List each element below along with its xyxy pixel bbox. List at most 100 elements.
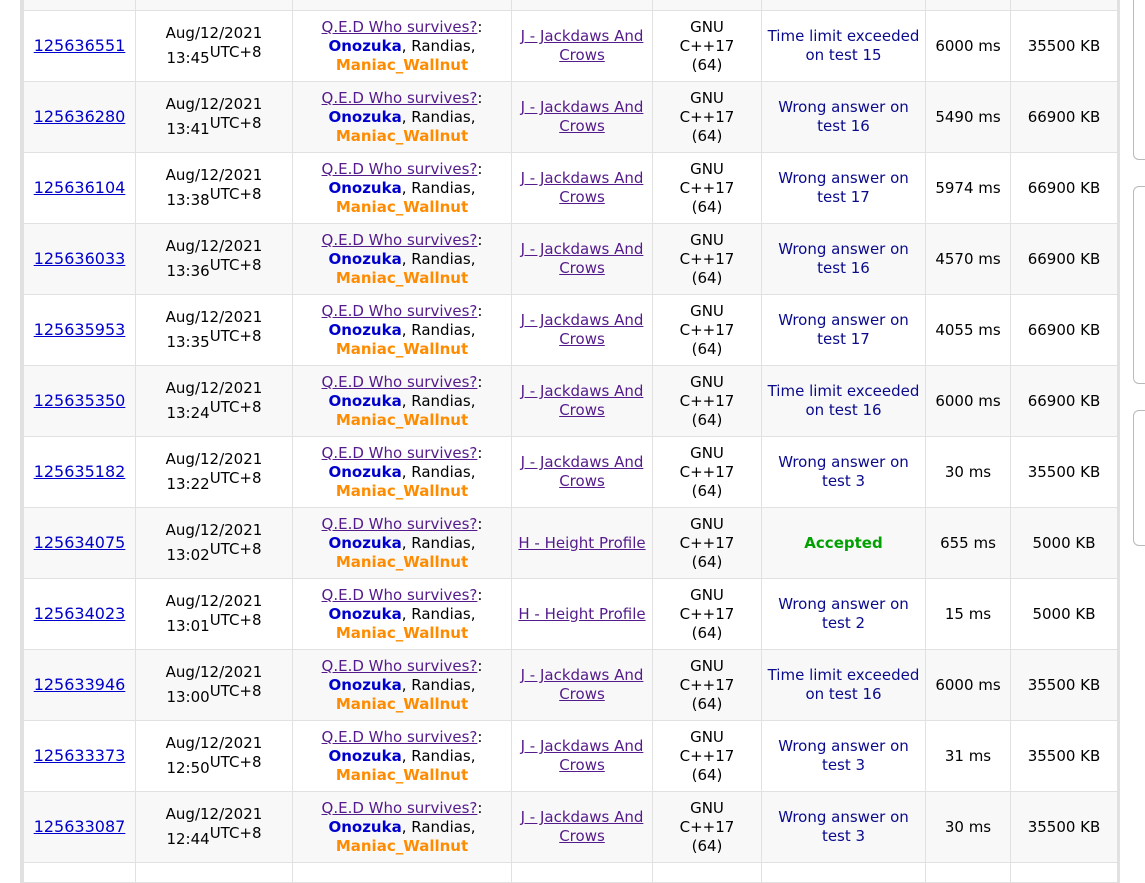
verdict-text: Wrong answer on test 16	[778, 98, 909, 135]
memory-used: 66900 KB	[1027, 107, 1101, 126]
submission-id-cell: 125633946	[23, 649, 136, 721]
language-cell: GNU C++17 (64)	[652, 10, 762, 82]
memory-used: 35500 KB	[1027, 36, 1101, 55]
team-member-link[interactable]: Maniac_Wallnut	[336, 695, 468, 713]
problem-link[interactable]: J - Jackdaws And Crows	[521, 666, 644, 703]
problem-link[interactable]: J - Jackdaws And Crows	[521, 737, 644, 774]
team-member-link[interactable]: Onozuka	[328, 179, 401, 197]
team-link[interactable]: Q.E.D Who survives?	[322, 728, 478, 746]
team-member-link[interactable]: Maniac_Wallnut	[336, 624, 468, 642]
timezone: UTC+8	[209, 185, 262, 203]
team-member-link[interactable]: Onozuka	[328, 463, 401, 481]
team-member-link[interactable]: Maniac_Wallnut	[336, 56, 468, 74]
memory-cell: 5000 KB	[1010, 578, 1118, 650]
submission-date: Aug/12/2021	[165, 237, 263, 255]
team-link[interactable]: Q.E.D Who survives?	[322, 231, 478, 249]
submission-id-link[interactable]: 125636280	[34, 107, 126, 126]
team-member-link[interactable]: Onozuka	[328, 605, 401, 623]
submission-id-link[interactable]: 125634075	[34, 533, 126, 552]
language-line: GNU	[690, 585, 724, 604]
team-link[interactable]: Q.E.D Who survives?	[322, 515, 478, 533]
team-member-link[interactable]: Randias	[411, 250, 471, 268]
problem-link[interactable]: H - Height Profile	[518, 605, 645, 623]
team-link[interactable]: Q.E.D Who survives?	[322, 657, 478, 675]
team-member-link[interactable]: Onozuka	[328, 534, 401, 552]
time-used-cell: 30 ms	[925, 436, 1011, 508]
submission-id-link[interactable]: 125633373	[34, 746, 126, 765]
submission-id-link[interactable]: 125636033	[34, 249, 126, 268]
team-member-link[interactable]: Randias	[411, 605, 471, 623]
team-member-link[interactable]: Maniac_Wallnut	[336, 553, 468, 571]
team-link[interactable]: Q.E.D Who survives?	[322, 89, 478, 107]
language-line: (64)	[691, 765, 723, 784]
submission-id-link[interactable]: 125636104	[34, 178, 126, 197]
team-member-link[interactable]: Onozuka	[328, 676, 401, 694]
memory-used: 66900 KB	[1027, 178, 1101, 197]
submission-id-link[interactable]: 125635953	[34, 320, 126, 339]
team-member-link[interactable]: Maniac_Wallnut	[336, 837, 468, 855]
team-member-link[interactable]: Onozuka	[328, 108, 401, 126]
team-member-link[interactable]: Onozuka	[328, 818, 401, 836]
submission-time-cell: Aug/12/2021 13:00UTC+8	[135, 649, 293, 721]
team-member-link[interactable]: Randias	[411, 108, 471, 126]
sidebar-box-partial	[1133, 410, 1145, 546]
problem-link[interactable]: J - Jackdaws And Crows	[521, 169, 644, 206]
team-link[interactable]: Q.E.D Who survives?	[322, 799, 478, 817]
team-link[interactable]: Q.E.D Who survives?	[322, 373, 478, 391]
submission-id-link[interactable]: 125635182	[34, 462, 126, 481]
team-member-link[interactable]: Randias	[411, 321, 471, 339]
problem-link[interactable]: J - Jackdaws And Crows	[521, 98, 644, 135]
team-member-link[interactable]: Randias	[411, 179, 471, 197]
problem-link[interactable]: H - Height Profile	[518, 534, 645, 552]
team-member-link[interactable]: Maniac_Wallnut	[336, 127, 468, 145]
team-member-link[interactable]: Randias	[411, 37, 471, 55]
team-member-link[interactable]: Randias	[411, 392, 471, 410]
party-cell: Q.E.D Who survives?: Onozuka, Randias, M…	[292, 578, 512, 650]
team-link[interactable]: Q.E.D Who survives?	[322, 160, 478, 178]
time-used: 30 ms	[944, 462, 992, 481]
problem-link[interactable]: J - Jackdaws And Crows	[521, 311, 644, 348]
problem-link[interactable]: J - Jackdaws And Crows	[521, 240, 644, 277]
team-link[interactable]: Q.E.D Who survives?	[322, 302, 478, 320]
team-member-link[interactable]: Randias	[411, 534, 471, 552]
timezone: UTC+8	[209, 611, 262, 629]
team-member-link[interactable]: Maniac_Wallnut	[336, 482, 468, 500]
submission-id-link[interactable]: 125633087	[34, 817, 126, 836]
submission-id-cell: 125636551	[23, 10, 136, 82]
team-link[interactable]: Q.E.D Who survives?	[322, 586, 478, 604]
submission-id-link[interactable]: 125633946	[34, 675, 126, 694]
team-member-link[interactable]: Onozuka	[328, 37, 401, 55]
team-member-link[interactable]: Maniac_Wallnut	[336, 198, 468, 216]
language-cell: GNU C++17 (64)	[652, 223, 762, 295]
submission-id-link[interactable]: 125634023	[34, 604, 126, 623]
team-member-link[interactable]: Maniac_Wallnut	[336, 411, 468, 429]
table-row: 125636551 Aug/12/2021 13:45UTC+8 Q.E.D W…	[23, 10, 1118, 82]
submission-id-link[interactable]: 125636551	[34, 36, 126, 55]
problem-link[interactable]: J - Jackdaws And Crows	[521, 27, 644, 64]
team-member-link[interactable]: Randias	[411, 747, 471, 765]
team-link[interactable]: Q.E.D Who survives?	[322, 18, 478, 36]
team-member-link[interactable]: Randias	[411, 818, 471, 836]
team-member-link[interactable]: Randias	[411, 676, 471, 694]
submission-id-link[interactable]: 125635350	[34, 391, 126, 410]
memory-used: 35500 KB	[1027, 675, 1101, 694]
time-used: 6000 ms	[935, 36, 1001, 55]
party-cell: Q.E.D Who survives?: Onozuka, Randias, M…	[292, 10, 512, 82]
submission-date: Aug/12/2021	[165, 805, 263, 823]
table-row: 125635350 Aug/12/2021 13:24UTC+8 Q.E.D W…	[23, 365, 1118, 437]
team-member-link[interactable]: Onozuka	[328, 392, 401, 410]
party-cell: Q.E.D Who survives?: Onozuka, Randias, M…	[292, 152, 512, 224]
team-member-link[interactable]: Onozuka	[328, 747, 401, 765]
problem-link[interactable]: J - Jackdaws And Crows	[521, 808, 644, 845]
memory-used: 66900 KB	[1027, 320, 1101, 339]
team-member-link[interactable]: Onozuka	[328, 321, 401, 339]
problem-link[interactable]: J - Jackdaws And Crows	[521, 382, 644, 419]
team-member-link[interactable]: Maniac_Wallnut	[336, 269, 468, 287]
team-link[interactable]: Q.E.D Who survives?	[322, 444, 478, 462]
language-line: C++17	[679, 249, 735, 268]
team-member-link[interactable]: Maniac_Wallnut	[336, 340, 468, 358]
problem-link[interactable]: J - Jackdaws And Crows	[521, 453, 644, 490]
team-member-link[interactable]: Onozuka	[328, 250, 401, 268]
team-member-link[interactable]: Maniac_Wallnut	[336, 766, 468, 784]
team-member-link[interactable]: Randias	[411, 463, 471, 481]
